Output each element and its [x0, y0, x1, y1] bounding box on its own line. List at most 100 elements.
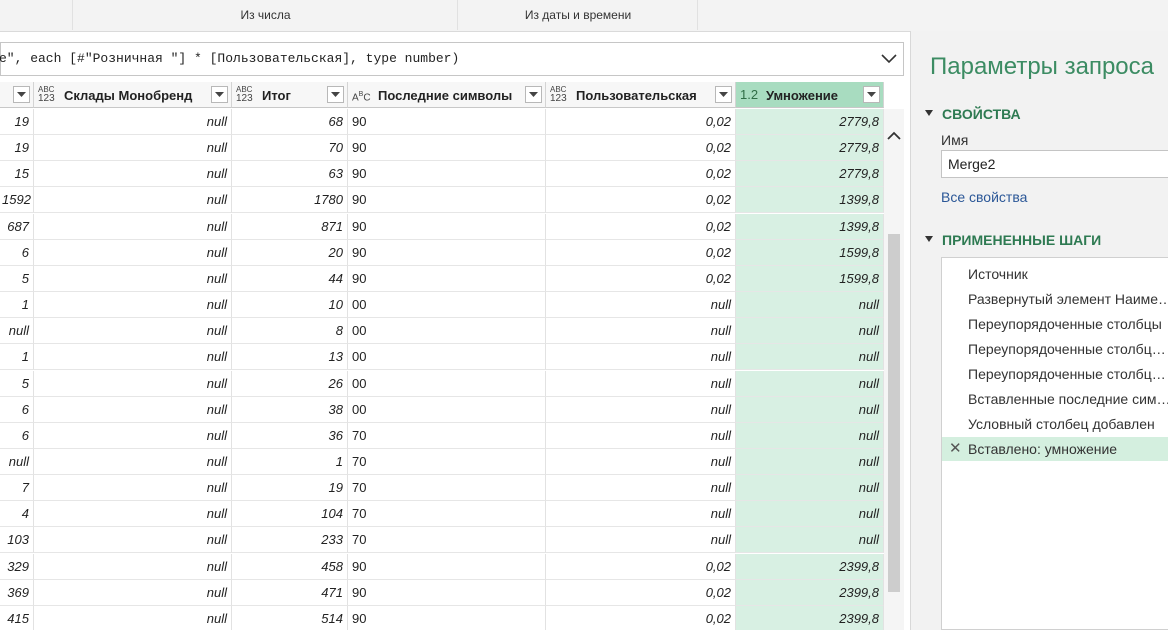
cell-itog[interactable]: 871 — [232, 213, 348, 240]
cell-custom[interactable]: 0,02 — [546, 579, 736, 606]
cell-custom[interactable]: null — [546, 422, 736, 449]
cell-partial[interactable]: 369 — [0, 579, 34, 606]
column-header-sklady[interactable]: ABC 123 Склады Монобренд — [34, 82, 232, 108]
cell-multiply[interactable]: 2779,8 — [736, 161, 884, 188]
cell-sklady[interactable]: null — [34, 239, 232, 266]
cell-sklady[interactable]: null — [34, 318, 232, 345]
cell-multiply[interactable]: null — [736, 475, 884, 502]
cell-partial[interactable]: 687 — [0, 213, 34, 240]
cell-itog[interactable]: 13 — [232, 344, 348, 371]
cell-partial[interactable]: 5 — [0, 370, 34, 397]
cell-itog[interactable]: 458 — [232, 553, 348, 580]
cell-custom[interactable]: null — [546, 448, 736, 475]
cell-custom[interactable]: 0,02 — [546, 239, 736, 266]
cell-itog[interactable]: 233 — [232, 527, 348, 554]
cell-multiply[interactable]: null — [736, 344, 884, 371]
cell-custom[interactable]: null — [546, 292, 736, 319]
cell-itog[interactable]: 36 — [232, 422, 348, 449]
cell-multiply[interactable]: 2779,8 — [736, 135, 884, 162]
cell-last-symbols[interactable]: 90 — [348, 109, 546, 135]
cell-itog[interactable]: 63 — [232, 161, 348, 188]
decimal-type-icon[interactable]: 1.2 — [740, 85, 762, 105]
cell-partial[interactable]: 329 — [0, 553, 34, 580]
cell-sklady[interactable]: null — [34, 344, 232, 371]
chevron-down-icon[interactable] — [879, 50, 899, 68]
applied-step[interactable]: Переупорядоченные столбц… — [942, 362, 1168, 386]
cell-last-symbols[interactable]: 90 — [348, 135, 546, 162]
cell-partial[interactable]: 19 — [0, 135, 34, 162]
cell-last-symbols[interactable]: 70 — [348, 501, 546, 528]
cell-custom[interactable]: null — [546, 475, 736, 502]
cell-partial[interactable]: 15 — [0, 161, 34, 188]
column-filter-dropdown[interactable] — [863, 86, 880, 103]
cell-multiply[interactable]: 1599,8 — [736, 239, 884, 266]
formula-text[interactable]: e", each [#"Розничная "] * [Пользователь… — [0, 51, 459, 66]
cell-itog[interactable]: 38 — [232, 396, 348, 423]
applied-step[interactable]: Источник — [942, 262, 1168, 286]
cell-partial[interactable]: 7 — [0, 475, 34, 502]
cell-itog[interactable]: 8 — [232, 318, 348, 345]
applied-step[interactable]: Переупорядоченные столбцы — [942, 312, 1168, 336]
chevron-up-icon[interactable] — [886, 128, 902, 144]
cell-sklady[interactable]: null — [34, 370, 232, 397]
delete-step-icon[interactable]: ✕ — [949, 437, 962, 461]
cell-sklady[interactable]: null — [34, 501, 232, 528]
cell-last-symbols[interactable]: 70 — [348, 475, 546, 502]
cell-sklady[interactable]: null — [34, 396, 232, 423]
all-properties-link[interactable]: Все свойства — [941, 189, 1027, 205]
column-filter-dropdown[interactable] — [715, 86, 732, 103]
cell-partial[interactable]: 103 — [0, 527, 34, 554]
cell-sklady[interactable]: null — [34, 161, 232, 188]
cell-itog[interactable]: 514 — [232, 605, 348, 630]
cell-last-symbols[interactable]: 70 — [348, 448, 546, 475]
ribbon-group-from-number[interactable]: Из числа — [72, 0, 458, 30]
column-header-custom[interactable]: ABC 123 Пользовательская — [546, 82, 736, 108]
cell-custom[interactable]: 0,02 — [546, 265, 736, 292]
cell-itog[interactable]: 44 — [232, 265, 348, 292]
formula-bar[interactable]: e", each [#"Розничная "] * [Пользователь… — [0, 42, 904, 76]
cell-custom[interactable]: 0,02 — [546, 213, 736, 240]
cell-custom[interactable]: 0,02 — [546, 553, 736, 580]
cell-sklady[interactable]: null — [34, 422, 232, 449]
cell-multiply[interactable]: null — [736, 422, 884, 449]
cell-sklady[interactable]: null — [34, 475, 232, 502]
cell-partial[interactable]: 1 — [0, 292, 34, 319]
cell-last-symbols[interactable]: 90 — [348, 605, 546, 630]
cell-sklady[interactable]: null — [34, 213, 232, 240]
cell-last-symbols[interactable]: 90 — [348, 579, 546, 606]
cell-multiply[interactable]: 2779,8 — [736, 109, 884, 135]
cell-last-symbols[interactable]: 90 — [348, 187, 546, 214]
cell-sklady[interactable]: null — [34, 109, 232, 135]
cell-last-symbols[interactable]: 00 — [348, 370, 546, 397]
column-header-multiply[interactable]: 1.2 Умножение — [736, 82, 884, 108]
text-type-icon[interactable]: ABC — [352, 85, 374, 105]
cell-itog[interactable]: 471 — [232, 579, 348, 606]
cell-partial[interactable]: null — [0, 318, 34, 345]
applied-step[interactable]: Переупорядоченные столбц… — [942, 337, 1168, 361]
cell-itog[interactable]: 68 — [232, 109, 348, 135]
cell-partial[interactable]: 1592 — [0, 187, 34, 214]
cell-itog[interactable]: 10 — [232, 292, 348, 319]
cell-partial[interactable]: 415 — [0, 605, 34, 630]
cell-last-symbols[interactable]: 90 — [348, 239, 546, 266]
cell-custom[interactable]: 0,02 — [546, 187, 736, 214]
cell-sklady[interactable]: null — [34, 448, 232, 475]
cell-partial[interactable]: 19 — [0, 109, 34, 135]
cell-multiply[interactable]: null — [736, 448, 884, 475]
any-type-icon[interactable]: ABC 123 — [38, 85, 60, 105]
column-filter-dropdown[interactable] — [525, 86, 542, 103]
column-filter-dropdown[interactable] — [13, 86, 30, 103]
cell-custom[interactable]: 0,02 — [546, 135, 736, 162]
cell-itog[interactable]: 20 — [232, 239, 348, 266]
cell-multiply[interactable]: 1599,8 — [736, 265, 884, 292]
cell-last-symbols[interactable]: 90 — [348, 265, 546, 292]
any-type-icon[interactable]: ABC 123 — [236, 85, 258, 105]
properties-section-header[interactable]: СВОЙСТВА — [925, 106, 1021, 122]
cell-sklady[interactable]: null — [34, 527, 232, 554]
cell-last-symbols[interactable]: 90 — [348, 553, 546, 580]
cell-last-symbols[interactable]: 90 — [348, 213, 546, 240]
cell-sklady[interactable]: null — [34, 135, 232, 162]
cell-itog[interactable]: 26 — [232, 370, 348, 397]
cell-custom[interactable]: null — [546, 396, 736, 423]
applied-step[interactable]: Вставленные последние сим… — [942, 387, 1168, 411]
